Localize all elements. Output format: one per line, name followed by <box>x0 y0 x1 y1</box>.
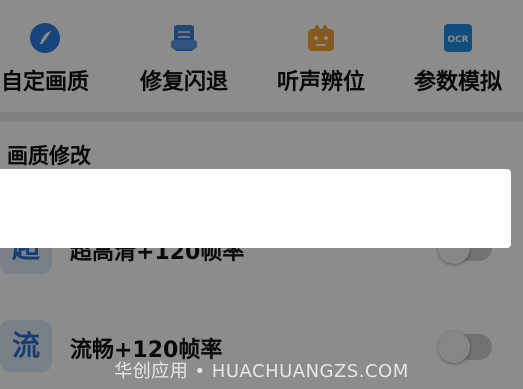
popup-panel <box>0 169 511 248</box>
watermark: 华创应用 • HUACHUANGZS.COM <box>114 361 409 382</box>
